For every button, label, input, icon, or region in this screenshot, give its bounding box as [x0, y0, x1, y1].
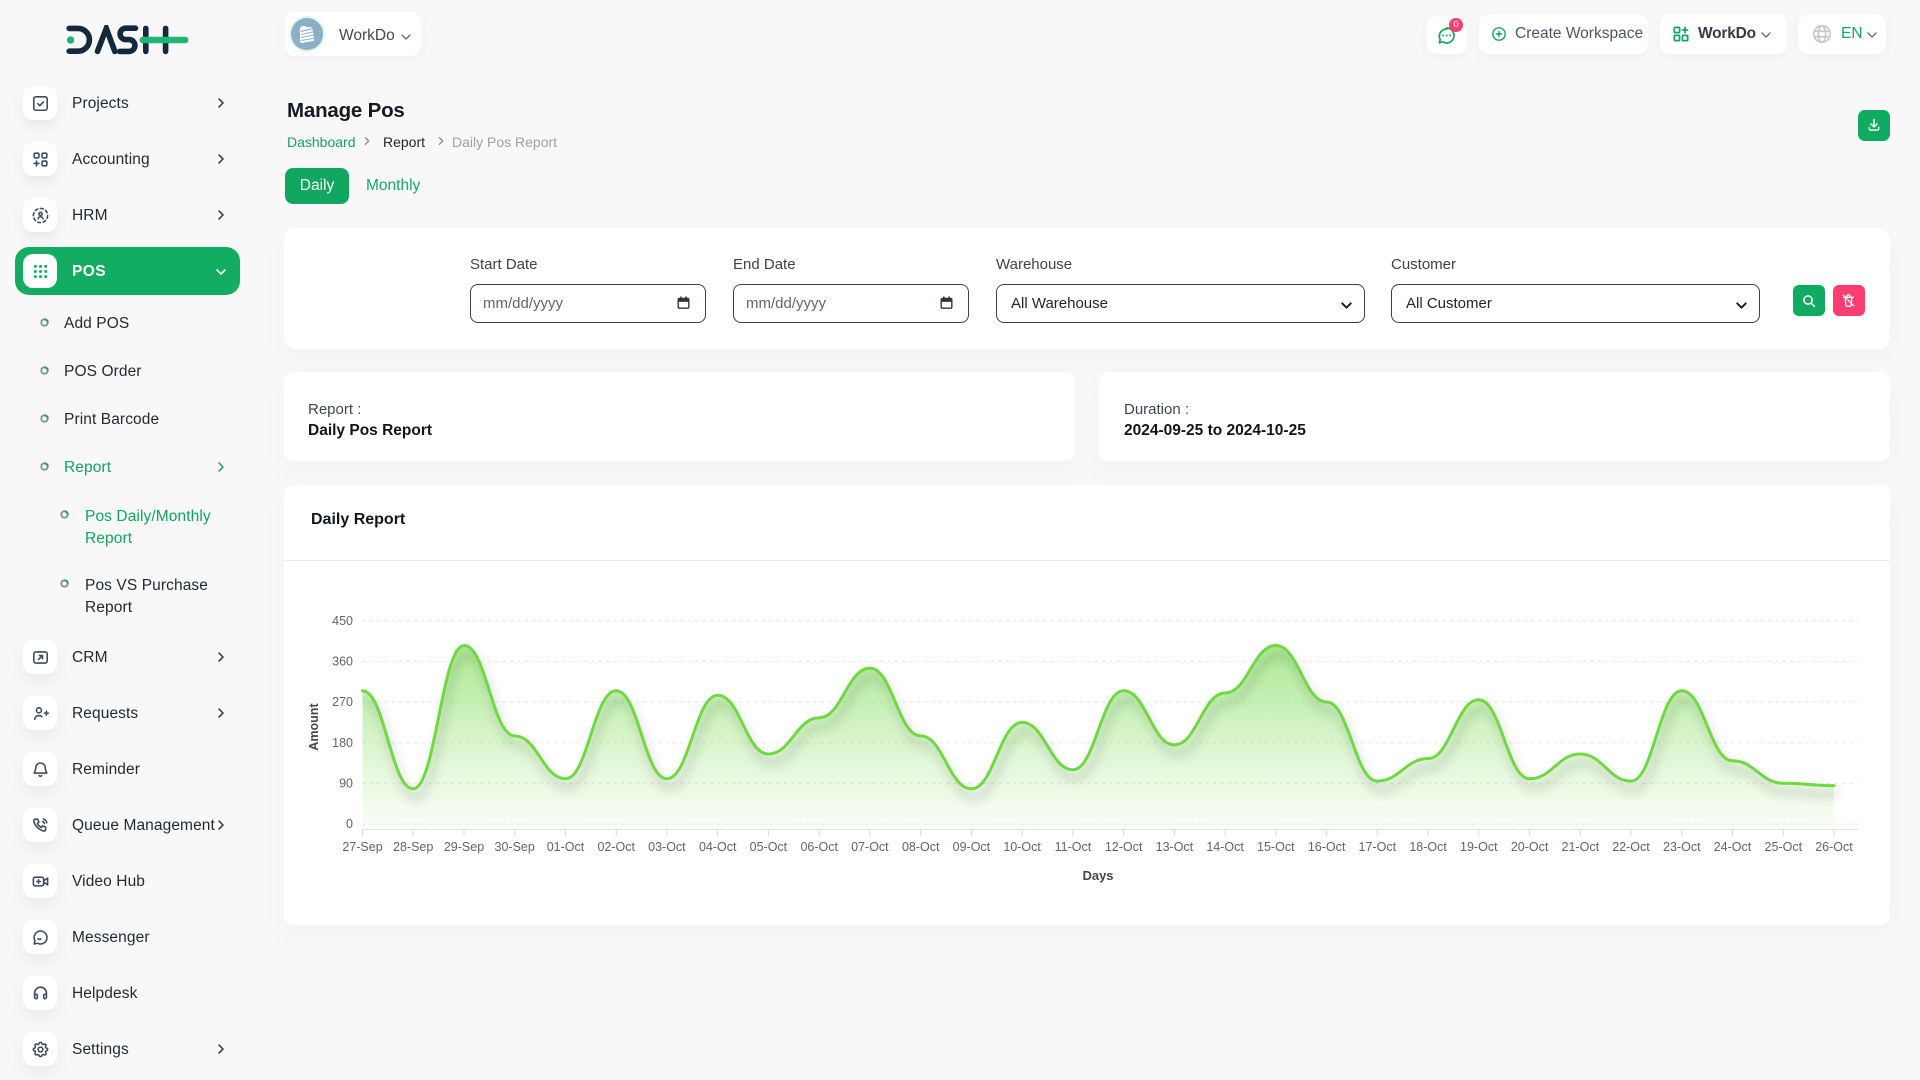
- svg-text:19-Oct: 19-Oct: [1460, 840, 1498, 854]
- svg-text:04-Oct: 04-Oct: [699, 840, 737, 854]
- svg-text:21-Oct: 21-Oct: [1562, 840, 1600, 854]
- svg-text:14-Oct: 14-Oct: [1206, 840, 1244, 854]
- svg-text:02-Oct: 02-Oct: [597, 840, 635, 854]
- svg-text:07-Oct: 07-Oct: [851, 840, 889, 854]
- svg-text:12-Oct: 12-Oct: [1105, 840, 1143, 854]
- svg-text:27-Sep: 27-Sep: [342, 840, 382, 854]
- svg-text:30-Sep: 30-Sep: [495, 840, 535, 854]
- svg-text:Amount: Amount: [307, 703, 321, 751]
- svg-text:24-Oct: 24-Oct: [1714, 840, 1752, 854]
- svg-text:28-Sep: 28-Sep: [393, 840, 433, 854]
- svg-text:23-Oct: 23-Oct: [1663, 840, 1701, 854]
- svg-text:03-Oct: 03-Oct: [648, 840, 686, 854]
- svg-text:16-Oct: 16-Oct: [1308, 840, 1346, 854]
- svg-text:26-Oct: 26-Oct: [1815, 840, 1853, 854]
- svg-text:09-Oct: 09-Oct: [953, 840, 991, 854]
- svg-text:25-Oct: 25-Oct: [1765, 840, 1803, 854]
- svg-text:450: 450: [332, 614, 353, 628]
- svg-text:15-Oct: 15-Oct: [1257, 840, 1295, 854]
- svg-text:06-Oct: 06-Oct: [800, 840, 838, 854]
- svg-text:Days: Days: [1082, 868, 1113, 883]
- svg-text:22-Oct: 22-Oct: [1612, 840, 1650, 854]
- svg-text:0: 0: [346, 817, 353, 831]
- svg-text:17-Oct: 17-Oct: [1359, 840, 1397, 854]
- svg-text:29-Sep: 29-Sep: [444, 840, 484, 854]
- svg-text:18-Oct: 18-Oct: [1409, 840, 1447, 854]
- svg-text:05-Oct: 05-Oct: [750, 840, 788, 854]
- svg-text:08-Oct: 08-Oct: [902, 840, 940, 854]
- svg-text:270: 270: [332, 695, 353, 709]
- svg-text:90: 90: [339, 777, 353, 791]
- svg-text:360: 360: [332, 655, 353, 669]
- svg-text:180: 180: [332, 736, 353, 750]
- svg-text:11-Oct: 11-Oct: [1055, 840, 1092, 854]
- svg-text:13-Oct: 13-Oct: [1156, 840, 1194, 854]
- svg-text:20-Oct: 20-Oct: [1511, 840, 1549, 854]
- svg-text:10-Oct: 10-Oct: [1003, 840, 1041, 854]
- svg-text:01-Oct: 01-Oct: [547, 840, 585, 854]
